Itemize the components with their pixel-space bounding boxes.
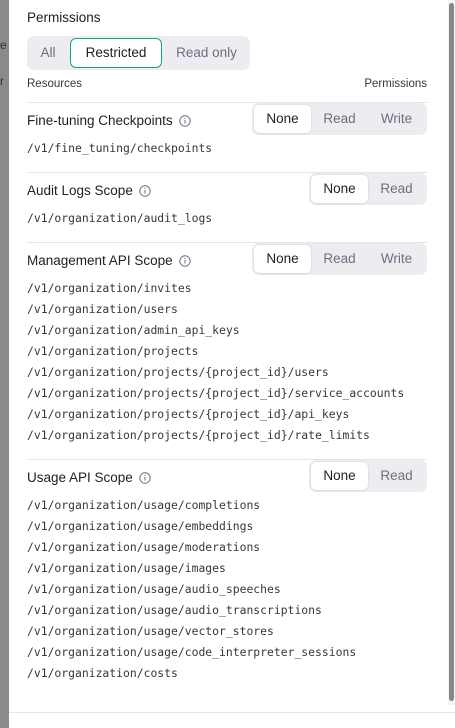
section-title-text: Management API Scope bbox=[27, 253, 173, 268]
permission-segmented-control: None Read Write bbox=[252, 103, 427, 135]
endpoint-path: /v1/organization/projects/{project_id}/s… bbox=[27, 386, 405, 400]
permission-write-option[interactable]: Write bbox=[368, 105, 425, 133]
table-header: Resources Permissions bbox=[27, 78, 427, 96]
endpoint-path: /v1/organization/audit_logs bbox=[27, 211, 213, 225]
endpoint-path: /v1/organization/projects/{project_id}/a… bbox=[27, 407, 350, 421]
endpoint-path: /v1/organization/users bbox=[27, 302, 178, 316]
permission-none-option[interactable]: None bbox=[254, 105, 311, 133]
section-title: Management API Scope bbox=[27, 253, 191, 268]
permissions-title: Permissions bbox=[27, 10, 101, 25]
endpoint-path: /v1/organization/usage/moderations bbox=[27, 540, 261, 554]
permission-mode-toggle: All Restricted Read only bbox=[27, 36, 250, 70]
endpoint-path: /v1/organization/projects/{project_id}/r… bbox=[27, 428, 370, 442]
endpoint-path: /v1/organization/usage/audio_speeches bbox=[27, 582, 281, 596]
permission-read-option[interactable]: Read bbox=[368, 175, 425, 203]
endpoint-path: /v1/organization/usage/audio_transcripti… bbox=[27, 603, 322, 617]
permission-none-option[interactable]: None bbox=[311, 462, 368, 490]
endpoint-list: /v1/organization/invites /v1/organizatio… bbox=[27, 278, 404, 446]
permission-read-option[interactable]: Read bbox=[368, 462, 425, 490]
info-icon[interactable] bbox=[178, 114, 191, 127]
backdrop-text-fragment: e bbox=[0, 38, 7, 52]
endpoint-list: /v1/organization/audit_logs bbox=[27, 208, 212, 229]
section-title-text: Audit Logs Scope bbox=[27, 183, 133, 198]
backdrop-text-fragment: r bbox=[0, 74, 4, 88]
endpoint-path: /v1/organization/usage/images bbox=[27, 561, 226, 575]
endpoint-list: /v1/fine_tuning/checkpoints bbox=[27, 138, 212, 159]
endpoint-path: /v1/organization/usage/code_interpreter_… bbox=[27, 645, 357, 659]
endpoint-path: /v1/organization/invites bbox=[27, 281, 192, 295]
permission-segmented-control: None Read bbox=[309, 173, 427, 205]
endpoint-path: /v1/organization/usage/completions bbox=[27, 498, 261, 512]
permission-none-option[interactable]: None bbox=[311, 175, 368, 203]
permission-none-option[interactable]: None bbox=[254, 245, 311, 273]
resources-column-header: Resources bbox=[27, 78, 82, 90]
endpoint-path: /v1/organization/projects bbox=[27, 344, 199, 358]
permissions-column-header: Permissions bbox=[364, 78, 427, 90]
permission-read-option[interactable]: Read bbox=[311, 245, 368, 273]
section-title: Fine-tuning Checkpoints bbox=[27, 113, 191, 128]
info-icon[interactable] bbox=[139, 184, 151, 197]
endpoint-path: /v1/organization/usage/embeddings bbox=[27, 519, 254, 533]
section-title-text: Usage API Scope bbox=[27, 470, 133, 485]
endpoint-list: /v1/organization/usage/completions /v1/o… bbox=[27, 495, 356, 684]
endpoint-path: /v1/fine_tuning/checkpoints bbox=[27, 141, 213, 155]
permission-segmented-control: None Read Write bbox=[252, 243, 427, 275]
scrollbar-thumb[interactable] bbox=[449, 3, 454, 701]
endpoint-path: /v1/organization/costs bbox=[27, 666, 178, 680]
section-title: Audit Logs Scope bbox=[27, 183, 151, 198]
mode-read-only-button[interactable]: Read only bbox=[165, 38, 248, 68]
mode-restricted-button[interactable]: Restricted bbox=[70, 38, 162, 68]
vertical-scrollbar[interactable] bbox=[448, 0, 455, 705]
endpoint-path: /v1/organization/admin_api_keys bbox=[27, 323, 240, 337]
info-icon[interactable] bbox=[139, 471, 151, 484]
section-title-text: Fine-tuning Checkpoints bbox=[27, 113, 173, 128]
section-title: Usage API Scope bbox=[27, 470, 151, 485]
permission-read-option[interactable]: Read bbox=[311, 105, 368, 133]
info-icon[interactable] bbox=[178, 254, 191, 267]
panel-footer-divider bbox=[9, 712, 455, 713]
mode-all-button[interactable]: All bbox=[29, 38, 67, 68]
permissions-panel: Permissions All Restricted Read only Res… bbox=[9, 0, 455, 728]
permission-write-option[interactable]: Write bbox=[368, 245, 425, 273]
permission-segmented-control: None Read bbox=[309, 460, 427, 492]
endpoint-path: /v1/organization/projects/{project_id}/u… bbox=[27, 365, 329, 379]
endpoint-path: /v1/organization/usage/vector_stores bbox=[27, 624, 274, 638]
